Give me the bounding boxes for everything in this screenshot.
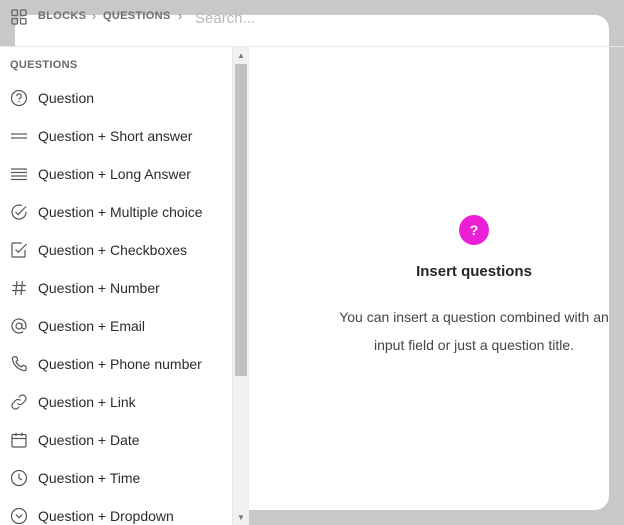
list-item-link[interactable]: Question + Link: [0, 383, 232, 421]
blocks-grid-icon[interactable]: [11, 9, 27, 25]
list-item-label: Question: [38, 90, 95, 106]
detail-panel: ? Insert questions You can insert a ques…: [249, 47, 609, 510]
sidebar-scrollbar[interactable]: ▲ ▼: [232, 47, 249, 525]
list-item-label: Question + Date: [38, 432, 140, 448]
list-item-label: Question + Time: [38, 470, 141, 486]
list-item-label: Question + Phone number: [38, 356, 202, 372]
list-item-date[interactable]: Question + Date: [0, 421, 232, 459]
top-bar: BLOCKS › QUESTIONS ›: [0, 0, 624, 47]
at-icon: [11, 318, 27, 334]
list-item-label: Question + Link: [38, 394, 136, 410]
question-circle-icon: [10, 89, 28, 107]
list-item-label: Question + Long Answer: [38, 166, 191, 182]
breadcrumb-blocks[interactable]: BLOCKS: [38, 10, 86, 22]
list-item-short-answer[interactable]: Question + Short answer: [0, 117, 232, 155]
hash-icon: [12, 280, 26, 296]
search-input[interactable]: [193, 6, 497, 30]
clock-icon: [10, 469, 28, 487]
list-item-phone-number[interactable]: Question + Phone number: [0, 345, 232, 383]
phone-icon: [11, 356, 27, 372]
list-item-label: Question + Short answer: [38, 128, 193, 144]
list-item-long-answer[interactable]: Question + Long Answer: [0, 155, 232, 193]
list-item-label: Question + Number: [38, 280, 160, 296]
list-item-checkboxes[interactable]: Question + Checkboxes: [0, 231, 232, 269]
check-circle-icon: [11, 204, 27, 220]
list-item-question[interactable]: Question: [0, 79, 232, 117]
sidebar: QUESTIONS Question Question + Short answ…: [0, 47, 248, 525]
breadcrumb-questions[interactable]: QUESTIONS: [103, 10, 171, 22]
list-item-number[interactable]: Question + Number: [0, 269, 232, 307]
link-icon: [11, 394, 27, 410]
question-badge-icon: ?: [459, 215, 489, 245]
list-item-label: Question + Multiple choice: [38, 204, 203, 220]
scrollbar-thumb[interactable]: [235, 64, 247, 376]
list-item-time[interactable]: Question + Time: [0, 459, 232, 497]
scroll-down-arrow-icon[interactable]: ▼: [233, 511, 249, 525]
detail-description: You can insert a question combined with …: [339, 309, 609, 353]
list-item-email[interactable]: Question + Email: [0, 307, 232, 345]
detail-title: Insert questions: [416, 263, 532, 280]
short-answer-icon: [11, 133, 27, 139]
chevron-right-icon: ›: [178, 9, 182, 23]
section-title: QUESTIONS: [10, 59, 78, 71]
chevron-circle-icon: [10, 507, 28, 525]
list-item-label: Question + Dropdown: [38, 508, 174, 524]
long-answer-icon: [11, 168, 27, 181]
list-item-label: Question + Email: [38, 318, 145, 334]
scroll-up-arrow-icon[interactable]: ▲: [233, 49, 249, 63]
list-item-dropdown[interactable]: Question + Dropdown: [0, 497, 232, 525]
question-list: Question Question + Short answer Questio…: [0, 79, 232, 525]
list-item-multiple-choice[interactable]: Question + Multiple choice: [0, 193, 232, 231]
checkbox-icon: [11, 242, 27, 258]
chevron-right-icon: ›: [92, 9, 96, 23]
list-item-label: Question + Checkboxes: [38, 242, 188, 258]
calendar-icon: [11, 432, 27, 448]
